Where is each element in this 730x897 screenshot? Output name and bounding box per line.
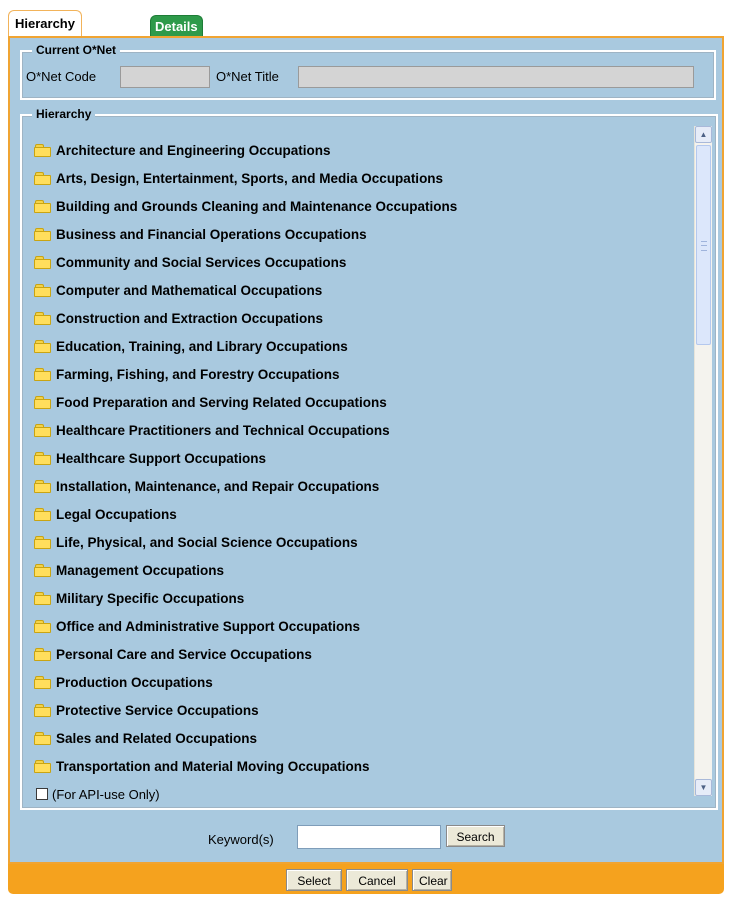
folder-icon	[34, 619, 52, 633]
hierarchy-item-label: Production Occupations	[56, 674, 213, 690]
onet-title-label: O*Net Title	[216, 69, 279, 84]
cancel-button[interactable]: Cancel	[346, 869, 408, 891]
hierarchy-item[interactable]: Farming, Fishing, and Forestry Occupatio…	[34, 360, 694, 388]
hierarchy-item[interactable]: Personal Care and Service Occupations	[34, 640, 694, 668]
keyword-input[interactable]	[297, 825, 441, 849]
folder-icon	[34, 703, 52, 717]
folder-icon	[34, 171, 52, 185]
hierarchy-item-label: Architecture and Engineering Occupations	[56, 142, 331, 158]
hierarchy-item[interactable]: Business and Financial Operations Occupa…	[34, 220, 694, 248]
hierarchy-item-label: Community and Social Services Occupation…	[56, 254, 347, 270]
hierarchy-item-label: Education, Training, and Library Occupat…	[56, 338, 348, 354]
scroll-thumb[interactable]	[696, 145, 711, 345]
hierarchy-scrollbar[interactable]: ▲ ▼	[694, 126, 712, 796]
hierarchy-item-label: Sales and Related Occupations	[56, 730, 258, 746]
folder-icon	[34, 535, 52, 549]
hierarchy-item-label: Farming, Fishing, and Forestry Occupatio…	[56, 366, 340, 382]
folder-icon	[34, 395, 52, 409]
hierarchy-item[interactable]: Computer and Mathematical Occupations	[34, 276, 694, 304]
hierarchy-item-label: Office and Administrative Support Occupa…	[56, 618, 361, 634]
hierarchy-item-label: Business and Financial Operations Occupa…	[56, 226, 367, 242]
hierarchy-legend: Hierarchy	[32, 107, 96, 121]
hierarchy-item-label: Construction and Extraction Occupations	[56, 310, 324, 326]
folder-icon	[34, 675, 52, 689]
folder-icon	[34, 199, 52, 213]
hierarchy-item-label: Management Occupations	[56, 562, 225, 578]
api-only-label: (For API-use Only)	[52, 786, 160, 802]
action-bar: Select Cancel Clear	[8, 864, 724, 894]
hierarchy-item-label: Healthcare Practitioners and Technical O…	[56, 422, 390, 438]
folder-icon	[34, 479, 52, 493]
hierarchy-item-label: Food Preparation and Serving Related Occ…	[56, 394, 387, 410]
folder-icon	[34, 255, 52, 269]
tab-details[interactable]: Details	[150, 15, 203, 37]
hierarchy-item[interactable]: Office and Administrative Support Occupa…	[34, 612, 694, 640]
main-panel: Current O*Net O*Net Code O*Net Title Hie…	[8, 36, 724, 864]
folder-icon	[34, 759, 52, 773]
hierarchy-item[interactable]: Food Preparation and Serving Related Occ…	[34, 388, 694, 416]
hierarchy-item[interactable]: Legal Occupations	[34, 500, 694, 528]
hierarchy-fieldset: Hierarchy Architecture and Engineering O…	[20, 107, 718, 810]
hierarchy-item[interactable]: Sales and Related Occupations	[34, 724, 694, 752]
onet-title-field[interactable]	[298, 66, 694, 88]
hierarchy-item[interactable]: Protective Service Occupations	[34, 696, 694, 724]
hierarchy-item[interactable]: Arts, Design, Entertainment, Sports, and…	[34, 164, 694, 192]
folder-icon	[34, 143, 52, 157]
hierarchy-item-label: Personal Care and Service Occupations	[56, 646, 312, 662]
folder-icon	[34, 731, 52, 745]
api-only-item[interactable]: (For API-use Only)	[34, 780, 694, 808]
keyword-label: Keyword(s)	[208, 832, 274, 847]
hierarchy-item-label: Protective Service Occupations	[56, 702, 259, 718]
folder-icon	[34, 283, 52, 297]
folder-icon	[34, 591, 52, 605]
hierarchy-item[interactable]: Architecture and Engineering Occupations	[34, 136, 694, 164]
hierarchy-item[interactable]: Military Specific Occupations	[34, 584, 694, 612]
current-onet-legend: Current O*Net	[32, 43, 121, 57]
search-button[interactable]: Search	[446, 825, 505, 847]
hierarchy-item[interactable]: Transportation and Material Moving Occup…	[34, 752, 694, 780]
scroll-up-button[interactable]: ▲	[695, 126, 712, 143]
onet-code-field[interactable]	[120, 66, 210, 88]
hierarchy-item[interactable]: Life, Physical, and Social Science Occup…	[34, 528, 694, 556]
scroll-grip-icon	[701, 241, 707, 251]
hierarchy-item[interactable]: Installation, Maintenance, and Repair Oc…	[34, 472, 694, 500]
folder-icon	[34, 563, 52, 577]
folder-icon	[34, 311, 52, 325]
hierarchy-item[interactable]: Healthcare Support Occupations	[34, 444, 694, 472]
hierarchy-item[interactable]: Production Occupations	[34, 668, 694, 696]
select-button[interactable]: Select	[286, 869, 342, 891]
folder-icon	[34, 507, 52, 521]
hierarchy-item[interactable]: Construction and Extraction Occupations	[34, 304, 694, 332]
hierarchy-item-label: Computer and Mathematical Occupations	[56, 282, 323, 298]
hierarchy-item[interactable]: Healthcare Practitioners and Technical O…	[34, 416, 694, 444]
folder-icon	[34, 367, 52, 381]
hierarchy-item-label: Legal Occupations	[56, 506, 177, 522]
folder-icon	[34, 339, 52, 353]
hierarchy-item-label: Installation, Maintenance, and Repair Oc…	[56, 478, 380, 494]
hierarchy-item-label: Arts, Design, Entertainment, Sports, and…	[56, 170, 444, 186]
hierarchy-item[interactable]: Community and Social Services Occupation…	[34, 248, 694, 276]
hierarchy-item[interactable]: Management Occupations	[34, 556, 694, 584]
folder-icon	[34, 423, 52, 437]
folder-icon	[34, 451, 52, 465]
hierarchy-item-label: Military Specific Occupations	[56, 590, 245, 606]
hierarchy-item[interactable]: Building and Grounds Cleaning and Mainte…	[34, 192, 694, 220]
hierarchy-tree: Architecture and Engineering Occupations…	[34, 136, 694, 808]
hierarchy-item[interactable]: Education, Training, and Library Occupat…	[34, 332, 694, 360]
hierarchy-item-label: Healthcare Support Occupations	[56, 450, 267, 466]
onet-code-label: O*Net Code	[26, 69, 97, 84]
api-only-checkbox[interactable]	[36, 788, 48, 800]
hierarchy-item-label: Transportation and Material Moving Occup…	[56, 758, 370, 774]
clear-button[interactable]: Clear	[412, 869, 452, 891]
current-onet-fieldset: Current O*Net O*Net Code O*Net Title	[20, 43, 716, 100]
scroll-down-button[interactable]: ▼	[695, 779, 712, 796]
hierarchy-item-label: Life, Physical, and Social Science Occup…	[56, 534, 358, 550]
hierarchy-item-label: Building and Grounds Cleaning and Mainte…	[56, 198, 458, 214]
folder-icon	[34, 227, 52, 241]
folder-icon	[34, 647, 52, 661]
